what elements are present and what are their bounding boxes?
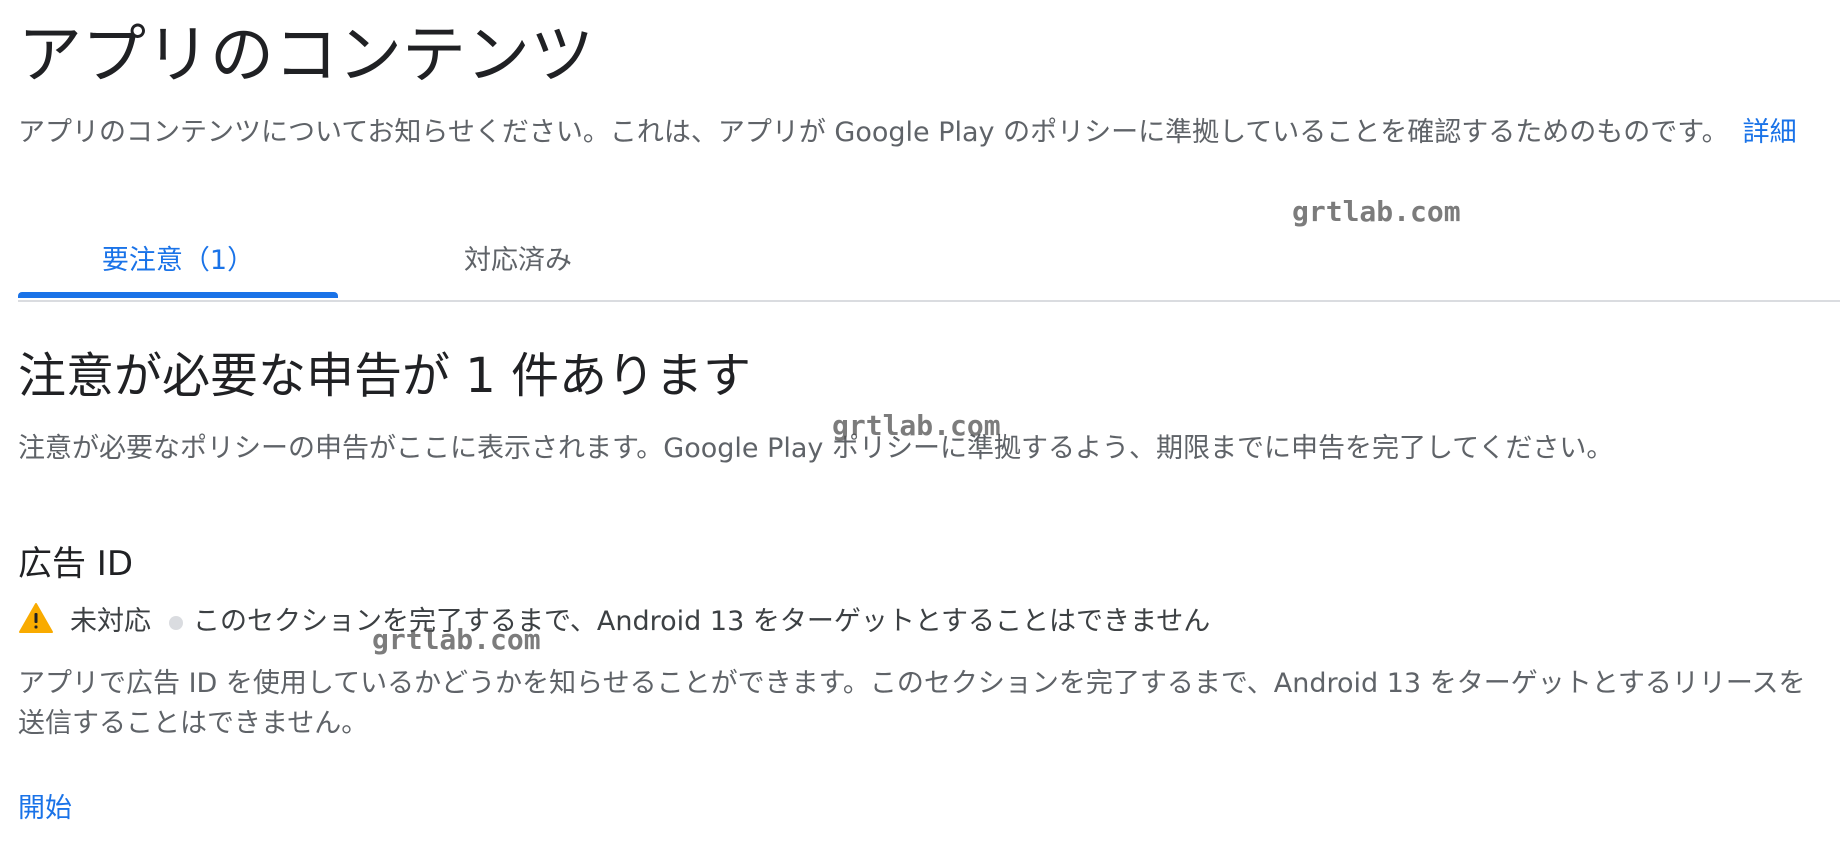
separator-dot [169,616,183,630]
status-label: 未対応 [70,605,151,637]
tab-selected-indicator [18,292,338,298]
advertising-id-description: アプリで広告 ID を使用しているかどうかを知らせることができます。このセクショ… [18,668,1806,739]
tab-completed[interactable]: 対応済み [358,236,678,298]
tab-completed-label: 対応済み [464,245,572,276]
advertising-id-title: 広告 ID [18,544,134,584]
tab-divider [18,300,1840,302]
learn-more-link[interactable]: 詳細 [1743,117,1797,148]
attention-heading: 注意が必要な申告が 1 件あります [18,348,752,404]
watermark: grtlab.com [1292,195,1461,228]
start-button[interactable]: 開始 [18,790,72,828]
page-title: アプリのコンテンツ [18,19,594,93]
tab-needs-attention[interactable]: 要注意（1） [18,236,338,298]
status-row: 未対応 このセクションを完了するまで、Android 13 をターゲットとするこ… [18,598,1210,638]
tab-bar: 要注意（1） 対応済み [18,236,1840,302]
attention-description: 注意が必要なポリシーの申告がここに表示されます。Google Play ポリシー… [18,433,1614,464]
tab-needs-attention-label: 要注意（1） [101,245,255,276]
warning-icon [18,602,54,634]
page-description: アプリのコンテンツについてお知らせください。これは、アプリが Google Pl… [18,114,1797,152]
page-description-text: アプリのコンテンツについてお知らせください。これは、アプリが Google Pl… [18,117,1729,148]
status-note: このセクションを完了するまで、Android 13 をターゲットとすることはでき… [193,605,1211,637]
